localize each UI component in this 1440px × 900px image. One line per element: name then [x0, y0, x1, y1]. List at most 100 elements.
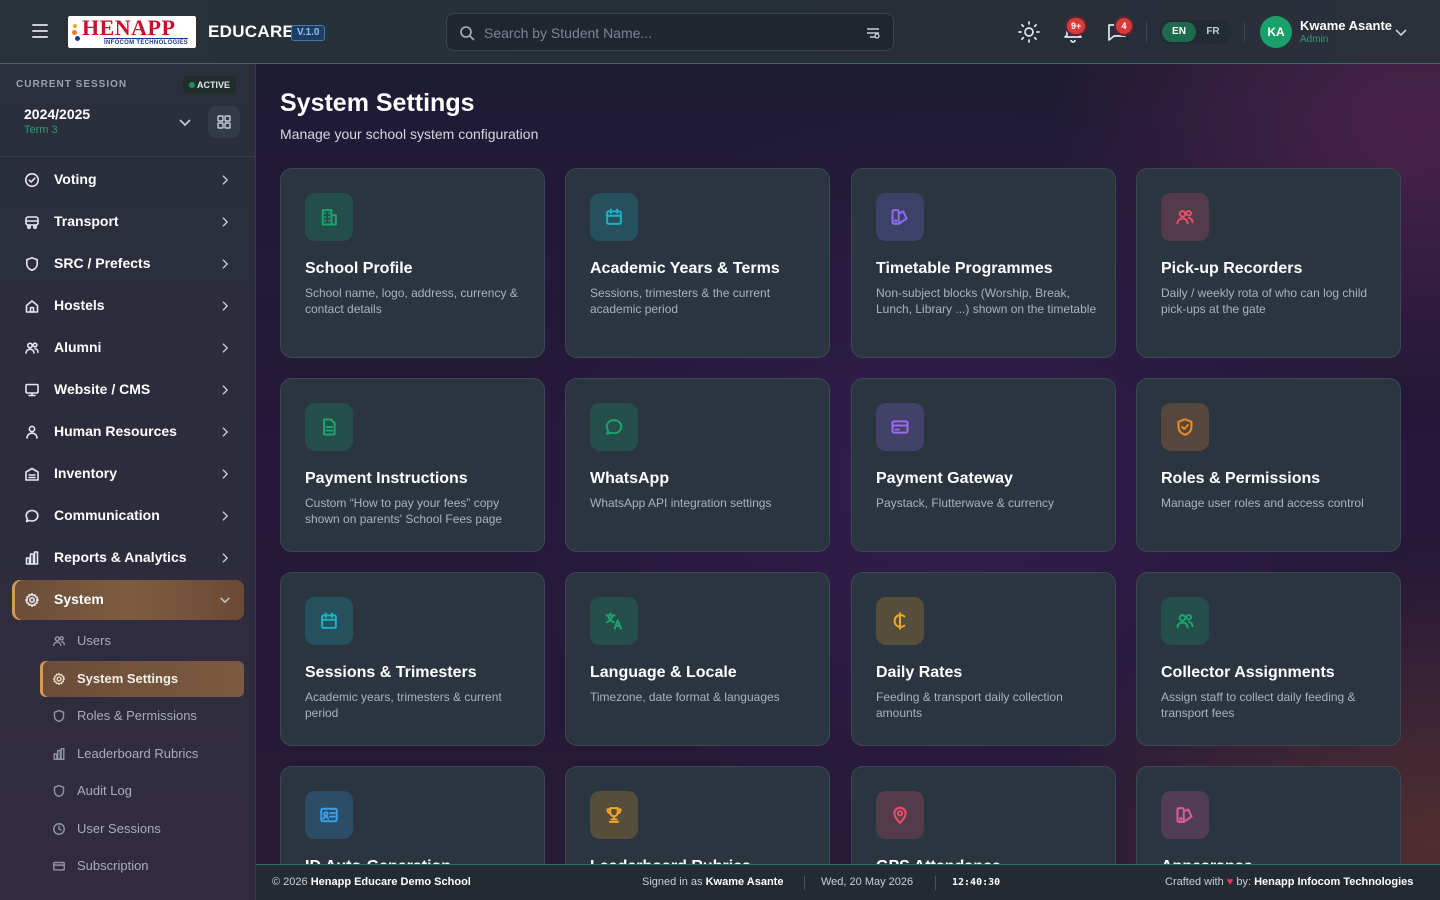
sidebar-item-inventory[interactable]: Inventory	[12, 454, 244, 494]
sidebar-subitem-subscription[interactable]: Subscription	[40, 848, 244, 884]
chevron-right-icon	[218, 467, 232, 481]
sidebar-item-human-resources[interactable]: Human Resources	[12, 412, 244, 452]
chevron-right-icon	[218, 551, 232, 565]
user-icon	[24, 424, 40, 440]
user-name[interactable]: Kwame Asante	[1300, 18, 1392, 33]
session-year[interactable]: 2024/2025	[24, 106, 90, 122]
language-switcher: EN FR	[1160, 20, 1232, 44]
sidebar-item-hostels[interactable]: Hostels	[12, 286, 244, 326]
sidebar-subitem-label: User Sessions	[77, 820, 161, 836]
chevron-right-icon	[218, 215, 232, 229]
apps-grid-button[interactable]	[208, 106, 240, 138]
chevron-right-icon	[218, 383, 232, 397]
filter-icon[interactable]	[865, 25, 881, 41]
divider	[1244, 22, 1245, 42]
home-icon	[24, 298, 40, 314]
card-title: WhatsApp	[590, 470, 670, 487]
sidebar-item-src-prefects[interactable]: SRC / Prefects	[12, 244, 244, 284]
search-bar[interactable]: Search by Student Name...	[446, 13, 894, 51]
settings-card-id-auto-generation[interactable]: ID Auto-Generation	[280, 766, 545, 864]
chevron-down-icon	[218, 593, 232, 607]
sidebar-item-system[interactable]: System	[12, 580, 244, 620]
chevron-right-icon	[218, 425, 232, 439]
swatch-icon	[1161, 791, 1209, 839]
card-title: Payment Gateway	[876, 470, 1013, 487]
card-title: Timetable Programmes	[876, 260, 1053, 277]
id-card-icon	[305, 791, 353, 839]
logo-mark-icon	[72, 24, 80, 42]
settings-card-roles-permissions[interactable]: Roles & Permissions Manage user roles and…	[1136, 378, 1401, 552]
sidebar-item-voting[interactable]: Voting	[12, 160, 244, 200]
card-title: Pick-up Recorders	[1161, 260, 1303, 277]
settings-card-sessions-trimesters[interactable]: Sessions & Trimesters Academic years, tri…	[280, 572, 545, 746]
settings-card-collector-assignments[interactable]: Collector Assignments Assign staff to col…	[1136, 572, 1401, 746]
sidebar-subitem-leaderboard-rubrics[interactable]: Leaderboard Rubrics	[40, 736, 244, 772]
sidebar-item-website-cms[interactable]: Website / CMS	[12, 370, 244, 410]
sidebar-subitem-system-settings[interactable]: System Settings	[40, 660, 244, 697]
company-logo[interactable]: HENAPP INFOCOM TECHNOLOGIES	[68, 16, 196, 48]
card-description: Assign staff to collect daily feeding & …	[1161, 690, 1356, 720]
crafted-by-label: by:	[1236, 876, 1252, 888]
sidebar-subitem-label: Audit Log	[77, 783, 132, 798]
chat-icon	[24, 508, 40, 524]
check-circle-icon	[24, 172, 40, 188]
sidebar-item-label: Reports & Analytics	[54, 549, 187, 565]
chevron-down-icon[interactable]	[1393, 24, 1409, 40]
sidebar-item-communication[interactable]: Communication	[12, 496, 244, 536]
card-description: Timezone, date format & languages	[590, 690, 780, 704]
settings-card-language-locale[interactable]: Language & Locale Timezone, date format &…	[565, 572, 830, 746]
settings-card-whatsapp[interactable]: WhatsApp WhatsApp API integration setting…	[565, 378, 830, 552]
footer-date: Wed, 20 May 2026	[821, 876, 914, 888]
chevron-right-icon	[218, 509, 232, 523]
document-icon	[305, 403, 353, 451]
card-description: School name, logo, address, currency & c…	[305, 286, 518, 316]
avatar[interactable]: KA	[1260, 16, 1292, 48]
settings-card-appearance[interactable]: Appearance	[1136, 766, 1401, 864]
settings-card-pick-up-recorders[interactable]: Pick-up Recorders Daily / weekly rota of …	[1136, 168, 1401, 358]
settings-card-timetable-programmes[interactable]: Timetable Programmes Non-subject blocks (…	[851, 168, 1116, 358]
sidebar-subitem-user-sessions[interactable]: User Sessions	[40, 811, 244, 847]
card-description: Academic years, trimesters & current per…	[305, 690, 502, 720]
lang-en-button[interactable]: EN	[1162, 22, 1196, 42]
chevron-right-icon	[218, 299, 232, 313]
status-badge: ACTIVE	[183, 76, 237, 94]
settings-card-payment-gateway[interactable]: Payment Gateway Paystack, Flutterwave & c…	[851, 378, 1116, 552]
sidebar-subitem-users[interactable]: Users	[40, 623, 244, 659]
sidebar-item-label: System	[54, 591, 104, 607]
sidebar-item-label: Communication	[54, 507, 160, 523]
messages-badge: 4	[1116, 18, 1132, 34]
sidebar-item-transport[interactable]: Transport	[12, 202, 244, 242]
sidebar-item-label: Alumni	[54, 339, 102, 355]
sidebar-item-label: SRC / Prefects	[54, 255, 151, 271]
sidebar-subitem-roles-permissions[interactable]: Roles & Permissions	[40, 698, 244, 734]
session-chevron-down-icon[interactable]	[177, 114, 193, 130]
card-description: Feeding & transport daily collection amo…	[876, 690, 1063, 720]
sidebar-item-alumni[interactable]: Alumni	[12, 328, 244, 368]
credit-card-icon	[876, 403, 924, 451]
building-icon	[305, 193, 353, 241]
lang-fr-button[interactable]: FR	[1196, 22, 1230, 42]
sidebar-subitem-audit-log[interactable]: Audit Log	[40, 773, 244, 809]
settings-card-daily-rates[interactable]: Daily Rates Feeding & transport daily col…	[851, 572, 1116, 746]
sidebar-subitem-label: Users	[77, 633, 111, 648]
user-role: Admin	[1300, 34, 1329, 45]
card-description: WhatsApp API integration settings	[590, 496, 772, 510]
menu-toggle-icon[interactable]	[28, 20, 52, 44]
theme-toggle-sun-icon[interactable]	[1017, 20, 1041, 44]
company-name[interactable]: Henapp Infocom Technologies	[1254, 876, 1413, 888]
settings-card-payment-instructions[interactable]: Payment Instructions Custom “How to pay y…	[280, 378, 545, 552]
settings-card-gps-attendance[interactable]: GPS Attendance	[851, 766, 1116, 864]
settings-card-academic-years-terms[interactable]: Academic Years & Terms Sessions, trimeste…	[565, 168, 830, 358]
users-icon	[1161, 193, 1209, 241]
translate-icon	[590, 597, 638, 645]
settings-card-leaderboard-rubrics[interactable]: Leaderboard Rubrics	[565, 766, 830, 864]
map-pin-icon	[876, 791, 924, 839]
sidebar-subitem-label: System Settings	[77, 670, 179, 686]
grid-icon	[217, 115, 231, 129]
sidebar-item-label: Inventory	[54, 465, 118, 481]
sidebar-item-reports-analytics[interactable]: Reports & Analytics	[12, 538, 244, 578]
settings-card-school-profile[interactable]: School Profile School name, logo, address…	[280, 168, 545, 358]
shield-check-icon	[1161, 403, 1209, 451]
calendar-icon	[305, 597, 353, 645]
search-input[interactable]: Search by Student Name...	[484, 25, 652, 41]
